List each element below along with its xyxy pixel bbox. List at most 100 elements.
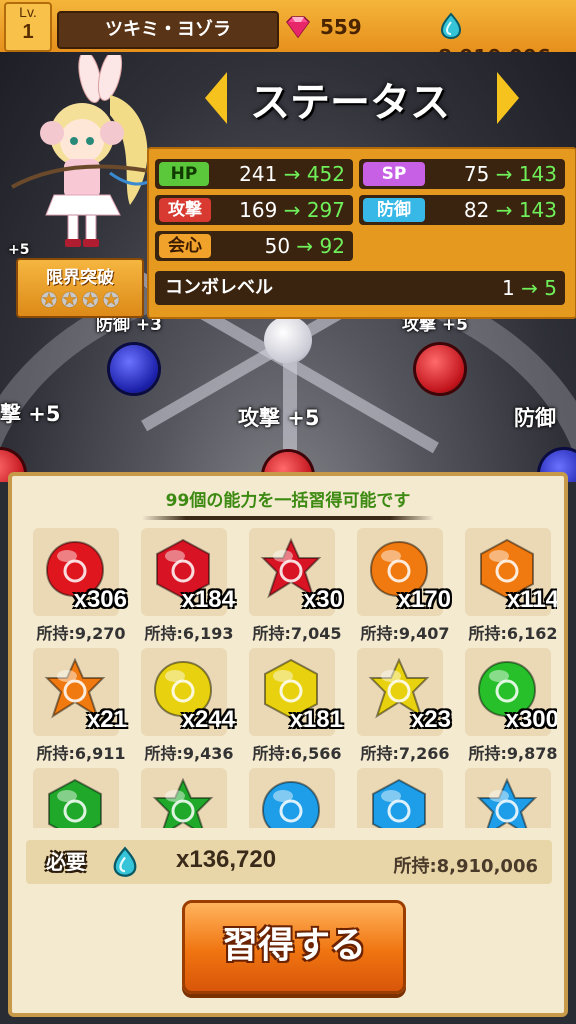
stat-arrow: → bbox=[495, 162, 513, 186]
board-node-white[interactable] bbox=[264, 316, 312, 364]
orb-owned: 所持:6,911 bbox=[36, 744, 126, 763]
level-label: Lv. bbox=[19, 4, 37, 20]
orb-owned: 所持:6,193 bbox=[144, 624, 234, 643]
stats-panel: HP 241 → 452 SP 75 → 143 攻撃 169 → 297 防御… bbox=[147, 147, 576, 319]
limit-break-title: 限界突破 bbox=[46, 268, 114, 288]
orb-item[interactable] bbox=[243, 768, 351, 828]
orb-item[interactable]: x170 所持:9,407 bbox=[351, 528, 459, 646]
need-label: 必要 bbox=[46, 850, 86, 874]
prev-arrow-icon[interactable] bbox=[205, 72, 227, 124]
orb-item[interactable]: x300 所持:9,878 bbox=[459, 648, 557, 766]
stat-hp: HP 241 → 452 bbox=[155, 159, 353, 189]
orb-item[interactable]: x184 所持:6,193 bbox=[135, 528, 243, 646]
orb-item[interactable]: x21 所持:6,911 bbox=[27, 648, 135, 766]
star-icon: ✪ bbox=[40, 288, 58, 312]
soul-icon bbox=[440, 12, 462, 40]
orb-count: x306 bbox=[73, 586, 127, 613]
gem-icon bbox=[286, 16, 310, 38]
stat-new: 143 bbox=[518, 162, 557, 186]
top-bar: Lv. 1 ツキミ・ヨゾラ 559 8,910,006 bbox=[0, 0, 576, 69]
stat-values: 169 → 297 bbox=[239, 195, 345, 225]
orb-owned: 所持:9,878 bbox=[468, 744, 557, 763]
character-portrait bbox=[11, 55, 162, 247]
panel-divider bbox=[142, 516, 434, 520]
stat-values: 50 → 92 bbox=[265, 231, 345, 261]
orb-count: x181 bbox=[289, 706, 343, 733]
cost-bar: 必要 x136,720 所持:8,910,006 bbox=[26, 840, 552, 884]
stat-current: 82 bbox=[463, 198, 490, 222]
stat-new: 5 bbox=[544, 276, 557, 300]
orb-item[interactable]: x306 所持:9,270 bbox=[27, 528, 135, 646]
board-node-blue[interactable] bbox=[110, 345, 158, 393]
stat-label: 会心 bbox=[159, 234, 211, 258]
orb-owned: 所持:6,162 bbox=[468, 624, 557, 643]
stat-sp: SP 75 → 143 bbox=[359, 159, 565, 189]
combo-label: コンボレベル bbox=[165, 277, 273, 298]
orb-item[interactable]: x181 所持:6,566 bbox=[243, 648, 351, 766]
stat-current: 169 bbox=[239, 198, 278, 222]
orb-owned: 所持:9,407 bbox=[360, 624, 450, 643]
orb-item[interactable]: x244 所持:9,436 bbox=[135, 648, 243, 766]
stat-critical: 会心 50 → 92 bbox=[155, 231, 353, 261]
stat-defense: 防御 82 → 143 bbox=[359, 195, 565, 225]
orb-hex-icon bbox=[48, 778, 102, 828]
orb-count: x114 bbox=[506, 586, 557, 613]
board-label: 攻撃 +5 bbox=[238, 406, 320, 430]
orb-grid[interactable]: x306 所持:9,270 x184 所持:6,193 x30 所持:7,045 x170 所… bbox=[27, 528, 557, 828]
stat-values: 241 → 452 bbox=[239, 159, 345, 189]
stat-values: 75 → 143 bbox=[464, 159, 557, 189]
orb-count: x23 bbox=[410, 706, 451, 733]
orb-item[interactable] bbox=[27, 768, 135, 828]
level-badge: Lv. 1 bbox=[4, 2, 52, 52]
learn-button[interactable]: 習得する bbox=[182, 900, 406, 994]
need-value: x136,720 bbox=[176, 846, 277, 873]
orb-count: x21 bbox=[86, 706, 127, 733]
stat-new: 297 bbox=[306, 198, 345, 222]
orb-count: x184 bbox=[181, 586, 235, 613]
orb-item[interactable]: x30 所持:7,045 bbox=[243, 528, 351, 646]
star-icon: ✪ bbox=[82, 288, 99, 312]
orb-owned: 所持:7,045 bbox=[252, 624, 342, 643]
orb-owned: 所持:9,270 bbox=[36, 624, 126, 643]
orb-owned: 所持:7,266 bbox=[360, 744, 450, 763]
bulk-learn-panel: 99個の能力を一括習得可能です x306 所持:9,270 x184 所持:6,193… bbox=[8, 472, 568, 1017]
orb-count: x30 bbox=[302, 586, 343, 613]
orb-hex-icon bbox=[372, 778, 426, 828]
stat-current: 241 bbox=[239, 162, 278, 186]
orb-count: x300 bbox=[505, 706, 557, 733]
orb-star-icon bbox=[152, 778, 214, 828]
stat-current: 1 bbox=[502, 276, 515, 300]
stat-current: 75 bbox=[463, 162, 490, 186]
orb-item[interactable] bbox=[135, 768, 243, 828]
stat-label: 防御 bbox=[363, 198, 425, 222]
owned-total: 所持:8,910,006 bbox=[393, 856, 538, 877]
stat-arrow: → bbox=[521, 276, 538, 300]
gem-counter: 559 bbox=[283, 12, 362, 42]
orb-count: x170 bbox=[397, 586, 451, 613]
stat-attack: 攻撃 169 → 297 bbox=[155, 195, 353, 225]
stat-values: 82 → 143 bbox=[464, 195, 557, 225]
orb-item[interactable] bbox=[351, 768, 459, 828]
board-node-red[interactable] bbox=[416, 345, 464, 393]
stat-label: SP bbox=[363, 162, 425, 186]
orb-item[interactable]: x114 所持:6,162 bbox=[459, 528, 557, 646]
stat-label: 攻撃 bbox=[159, 198, 211, 222]
player-name: ツキミ・ヨゾラ bbox=[57, 11, 279, 49]
star-icon: ✪ bbox=[61, 288, 78, 312]
stat-arrow: → bbox=[283, 198, 301, 222]
limit-break-badge: 限界突破 ✪ ✪ ✪ ✪ bbox=[16, 258, 144, 318]
next-arrow-icon[interactable] bbox=[497, 72, 519, 124]
stat-new: 452 bbox=[306, 162, 345, 186]
status-title: ステータス bbox=[250, 80, 450, 126]
orb-item[interactable]: x23 所持:7,266 bbox=[351, 648, 459, 766]
orb-count: x244 bbox=[181, 706, 235, 733]
stat-arrow: → bbox=[495, 198, 513, 222]
orb-star-icon bbox=[476, 778, 538, 828]
panel-title: 99個の能力を一括習得可能です bbox=[165, 491, 411, 511]
orb-drop-icon bbox=[261, 780, 321, 828]
gem-count: 559 bbox=[319, 15, 362, 39]
stat-new: 143 bbox=[518, 198, 557, 222]
stat-arrow: → bbox=[283, 162, 301, 186]
stat-combo: コンボレベル 1 → 5 bbox=[155, 271, 565, 305]
orb-item[interactable] bbox=[459, 768, 557, 828]
